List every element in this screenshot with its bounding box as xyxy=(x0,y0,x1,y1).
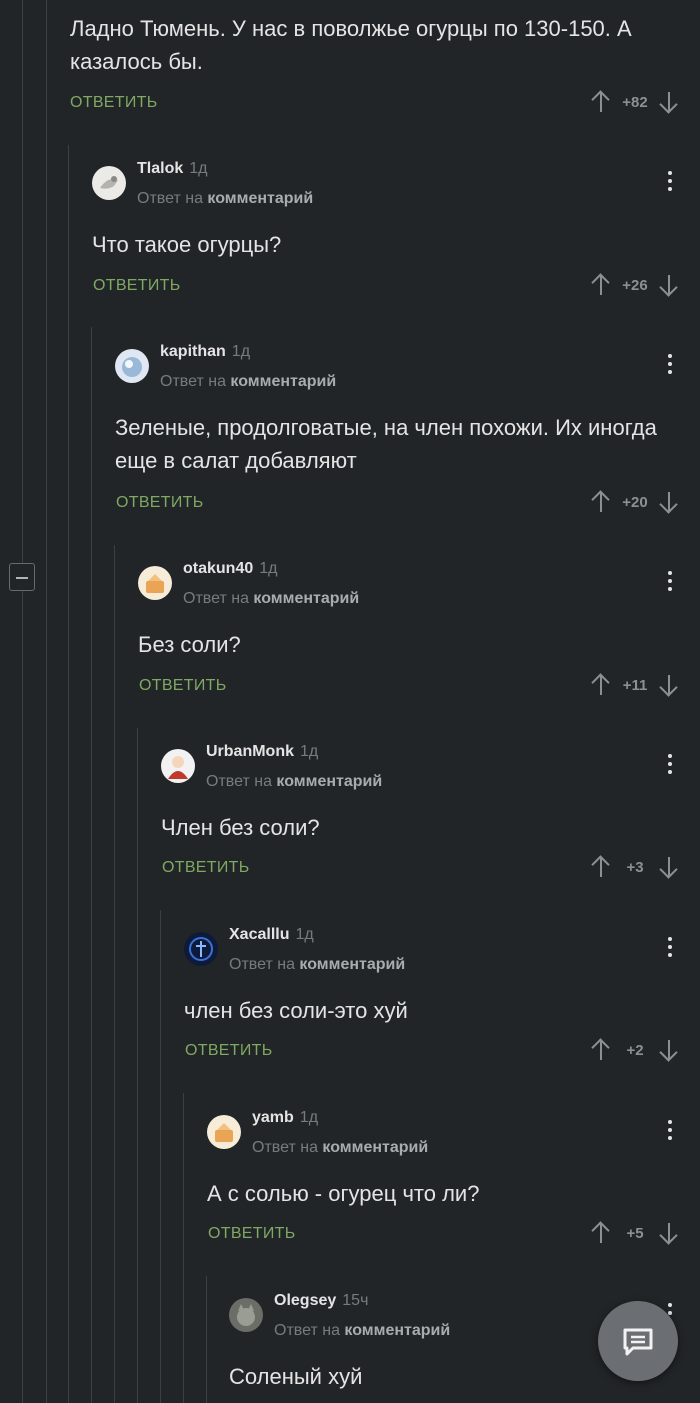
reply-button[interactable]: ОТВЕТИТЬ xyxy=(185,1042,273,1060)
comment-text: Ладно Тюмень. У нас в поволжье огурцы по… xyxy=(70,16,632,74)
thread-line xyxy=(22,0,23,1403)
more-vertical-icon[interactable] xyxy=(668,1120,672,1142)
reply-button[interactable]: ОТВЕТИТЬ xyxy=(93,277,181,295)
arrow-down-icon[interactable] xyxy=(658,673,680,697)
thread-line xyxy=(160,910,161,1403)
avatar[interactable] xyxy=(115,349,149,383)
comment-score: +26 xyxy=(622,276,648,294)
reply-target-link[interactable]: комментарий xyxy=(230,373,336,390)
comment-score: +82 xyxy=(622,93,648,111)
reply-to: Ответ на комментарий xyxy=(274,1322,451,1339)
avatar[interactable] xyxy=(138,566,172,600)
avatar[interactable] xyxy=(229,1298,263,1332)
arrow-up-icon[interactable] xyxy=(590,273,612,297)
more-vertical-icon[interactable] xyxy=(668,571,672,593)
vote-bar: +2 xyxy=(590,1038,680,1062)
collapse-thread-button[interactable] xyxy=(9,563,35,591)
comment-fab-button[interactable] xyxy=(598,1301,678,1381)
vote-bar: +3 xyxy=(590,855,680,879)
reply-target-link[interactable]: комментарий xyxy=(276,773,382,790)
username[interactable]: UrbanMonk 1д xyxy=(206,743,318,761)
arrow-down-icon[interactable] xyxy=(658,855,680,879)
reply-to: Ответ на комментарий xyxy=(160,373,337,390)
arrow-up-icon[interactable] xyxy=(590,90,612,114)
arrow-down-icon[interactable] xyxy=(658,490,680,514)
comment-score: +3 xyxy=(626,858,644,876)
reply-to: Ответ на комментарий xyxy=(229,956,406,973)
comment-score: +2 xyxy=(626,1041,644,1059)
username[interactable]: otakun40 1д xyxy=(183,560,277,578)
comment-time: 1д xyxy=(299,1109,319,1126)
avatar[interactable] xyxy=(92,166,126,200)
thread-line xyxy=(91,327,92,1403)
comment-time: 1д xyxy=(300,743,319,760)
arrow-down-icon[interactable] xyxy=(658,273,680,297)
reply-target-link[interactable]: комментарий xyxy=(322,1139,428,1156)
comment-icon xyxy=(623,1328,653,1356)
comment-score: +11 xyxy=(622,676,648,694)
reply-button[interactable]: ОТВЕТИТЬ xyxy=(116,494,204,512)
reply-to: Ответ на комментарий xyxy=(183,590,360,607)
thread-line xyxy=(114,545,115,1403)
username[interactable]: yamb 1д xyxy=(252,1109,318,1127)
reply-target-link[interactable]: комментарий xyxy=(299,956,405,973)
vote-bar: +11 xyxy=(590,673,680,697)
comment-text: Без соли? xyxy=(138,632,241,657)
comment-text: Соленый хуй xyxy=(229,1364,363,1389)
username[interactable]: Tlalok 1д xyxy=(137,160,207,178)
thread-line xyxy=(68,145,69,1403)
vote-bar: +5 xyxy=(590,1221,680,1245)
comment-time: 1д xyxy=(231,343,251,360)
thread-line xyxy=(137,728,138,1403)
arrow-down-icon[interactable] xyxy=(658,1038,680,1062)
more-vertical-icon[interactable] xyxy=(668,754,672,776)
comment-text: Зеленые, продолговатые, на член похожи. … xyxy=(115,415,657,473)
arrow-down-icon[interactable] xyxy=(658,1221,680,1245)
more-vertical-icon[interactable] xyxy=(668,354,672,376)
reply-to: Ответ на комментарий xyxy=(137,190,314,207)
comment-score: +5 xyxy=(626,1224,644,1242)
arrow-up-icon[interactable] xyxy=(590,1221,612,1245)
reply-button[interactable]: ОТВЕТИТЬ xyxy=(162,859,250,877)
reply-to: Ответ на комментарий xyxy=(252,1139,429,1156)
vote-bar: +82 xyxy=(590,90,680,114)
arrow-up-icon[interactable] xyxy=(590,855,612,879)
comment-time: 15ч xyxy=(342,1292,369,1309)
comment-text: член без соли-это хуй xyxy=(184,998,408,1023)
arrow-up-icon[interactable] xyxy=(590,1038,612,1062)
username[interactable]: Olegsey 15ч xyxy=(274,1292,368,1310)
avatar[interactable] xyxy=(207,1115,241,1149)
comment-time: 1д xyxy=(295,926,314,943)
vote-bar: +20 xyxy=(590,490,680,514)
comment-text: Член без соли? xyxy=(161,815,320,840)
reply-button[interactable]: ОТВЕТИТЬ xyxy=(139,677,227,695)
top-comment: Ладно Тюмень. У нас в поволжье огурцы по… xyxy=(70,12,690,78)
username[interactable]: kapithan 1д xyxy=(160,343,250,361)
arrow-up-icon[interactable] xyxy=(590,673,612,697)
avatar[interactable] xyxy=(184,932,218,966)
reply-button[interactable]: ОТВЕТИТЬ xyxy=(208,1225,296,1243)
reply-target-link[interactable]: комментарий xyxy=(344,1322,450,1339)
reply-to: Ответ на комментарий xyxy=(206,773,383,790)
comment-score: +20 xyxy=(622,493,648,511)
comment-text: А с солью - огурец что ли? xyxy=(207,1181,480,1206)
username[interactable]: Xacalllu 1д xyxy=(229,926,314,944)
comment-text: Что такое огурцы? xyxy=(92,232,282,257)
comment-time: 1д xyxy=(259,560,278,577)
thread-line xyxy=(183,1093,184,1403)
thread-line xyxy=(206,1276,207,1403)
more-vertical-icon[interactable] xyxy=(668,171,672,193)
more-vertical-icon[interactable] xyxy=(668,937,672,959)
thread-line xyxy=(46,0,47,1403)
reply-target-link[interactable]: комментарий xyxy=(253,590,359,607)
arrow-up-icon[interactable] xyxy=(590,490,612,514)
arrow-down-icon[interactable] xyxy=(658,90,680,114)
vote-bar: +26 xyxy=(590,273,680,297)
reply-target-link[interactable]: комментарий xyxy=(207,190,313,207)
avatar[interactable] xyxy=(161,749,195,783)
comment-time: 1д xyxy=(189,160,208,177)
reply-button[interactable]: ОТВЕТИТЬ xyxy=(70,94,158,112)
